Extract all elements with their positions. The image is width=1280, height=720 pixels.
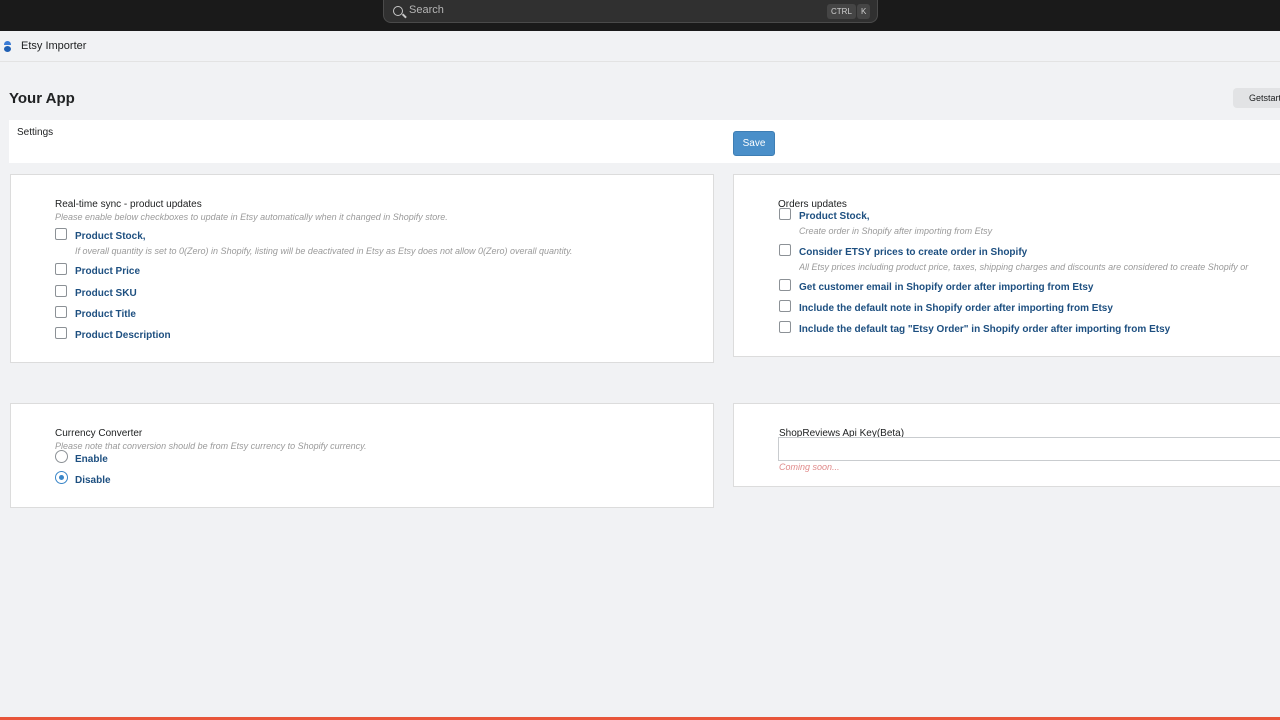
shortcut-key-ctrl: CTRL — [827, 4, 856, 19]
etsy-prices-checkbox[interactable] — [779, 244, 791, 256]
product-stock-hint: If overall quantity is set to 0(Zero) in… — [75, 246, 573, 256]
orders-product-stock-checkbox[interactable] — [779, 208, 791, 220]
currency-enable-label[interactable]: Enable — [75, 454, 108, 465]
app-header: Etsy Importer — [0, 31, 1280, 62]
search-placeholder: Search — [409, 4, 444, 16]
orders-product-stock-label[interactable]: Product Stock, — [799, 211, 870, 222]
search-icon — [393, 6, 403, 16]
default-tag-label[interactable]: Include the default tag "Etsy Order" in … — [799, 324, 1170, 335]
settings-label: Settings — [17, 127, 54, 138]
product-stock-checkbox[interactable] — [55, 228, 67, 240]
product-sku-checkbox[interactable] — [55, 285, 67, 297]
shopreviews-status: Coming soon... — [779, 462, 840, 472]
currency-converter-card — [10, 403, 714, 508]
etsy-prices-hint: All Etsy prices including product price,… — [799, 262, 1249, 272]
product-description-checkbox[interactable] — [55, 327, 67, 339]
orders-product-stock-hint: Create order in Shopify after importing … — [799, 226, 993, 236]
etsy-prices-label[interactable]: Consider ETSY prices to create order in … — [799, 247, 1027, 258]
getstarted-button[interactable]: Getstarte — [1233, 88, 1280, 108]
customer-email-checkbox[interactable] — [779, 279, 791, 291]
search-bar[interactable]: Search CTRL K — [383, 0, 878, 23]
product-title-checkbox[interactable] — [55, 306, 67, 318]
currency-disable-radio[interactable] — [55, 471, 68, 484]
default-tag-checkbox[interactable] — [779, 321, 791, 333]
settings-bar: Settings — [9, 120, 1280, 163]
customer-email-label[interactable]: Get customer email in Shopify order afte… — [799, 282, 1094, 293]
currency-converter-title: Currency Converter — [55, 428, 143, 439]
product-description-label[interactable]: Product Description — [75, 330, 171, 341]
shortcut-key-k: K — [857, 4, 871, 19]
product-stock-label[interactable]: Product Stock, — [75, 231, 146, 242]
product-title-label[interactable]: Product Title — [75, 309, 136, 320]
realtime-sync-hint: Please enable below checkboxes to update… — [55, 212, 448, 222]
default-note-label[interactable]: Include the default note in Shopify orde… — [799, 303, 1113, 314]
currency-enable-radio[interactable] — [55, 450, 68, 463]
currency-converter-hint: Please note that conversion should be fr… — [55, 441, 367, 451]
currency-disable-label[interactable]: Disable — [75, 475, 111, 486]
realtime-sync-title: Real-time sync - product updates — [55, 199, 202, 210]
product-price-label[interactable]: Product Price — [75, 266, 140, 277]
app-name[interactable]: Etsy Importer — [21, 40, 86, 52]
default-note-checkbox[interactable] — [779, 300, 791, 312]
page-title: Your App — [9, 90, 75, 107]
product-price-checkbox[interactable] — [55, 263, 67, 275]
product-sku-label[interactable]: Product SKU — [75, 288, 137, 299]
shopreviews-api-key-input[interactable] — [778, 437, 1280, 461]
top-bar: Search CTRL K — [0, 0, 1280, 31]
app-logo-icon — [4, 41, 11, 52]
save-button[interactable]: Save — [733, 131, 775, 156]
